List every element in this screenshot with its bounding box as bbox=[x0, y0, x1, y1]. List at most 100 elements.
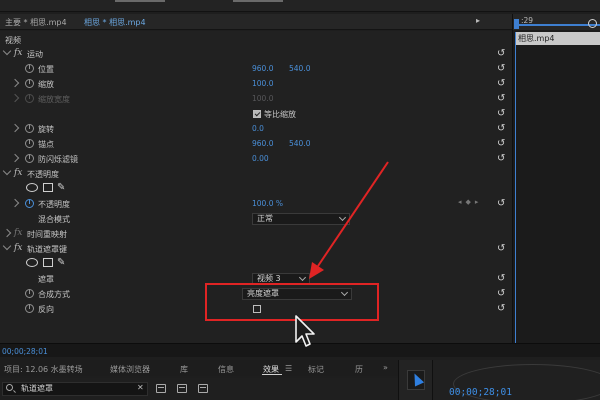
keyframe-nav-icon[interactable]: ◂◆▸ bbox=[458, 198, 482, 206]
rotation-value[interactable]: 0.0 bbox=[252, 124, 264, 133]
effects-search-input[interactable]: 轨道遮罩 bbox=[2, 382, 148, 396]
expand-chevron-icon[interactable] bbox=[2, 46, 12, 56]
anchor-x-value[interactable]: 960.0 bbox=[252, 139, 273, 148]
stopwatch-icon bbox=[25, 94, 34, 103]
stopwatch-icon[interactable] bbox=[25, 124, 34, 133]
accelerated-effects-icon[interactable] bbox=[156, 384, 166, 393]
position-y-value[interactable]: 540.0 bbox=[289, 64, 310, 73]
effect-controls-timecode[interactable]: 00;00;28;01 bbox=[2, 347, 48, 356]
playhead-line bbox=[515, 32, 516, 343]
reset-icon[interactable]: ↺ bbox=[497, 153, 505, 164]
pen-mask-icon[interactable]: ✎ bbox=[57, 257, 65, 268]
play-triangle-icon[interactable]: ▸ bbox=[476, 16, 480, 25]
reset-icon[interactable]: ↺ bbox=[497, 138, 505, 149]
stopwatch-icon[interactable] bbox=[25, 64, 34, 73]
search-icon bbox=[6, 384, 13, 391]
stopwatch-icon[interactable] bbox=[25, 199, 34, 208]
reset-icon[interactable]: ↺ bbox=[497, 108, 505, 119]
reset-icon[interactable]: ↺ bbox=[497, 303, 505, 314]
uniform-scale-checkbox[interactable] bbox=[253, 110, 261, 118]
timeline-clip[interactable]: 相思.mp4 bbox=[515, 32, 600, 45]
tab-project[interactable]: 项目: 12.06 水墨转场 bbox=[4, 364, 83, 375]
reset-icon[interactable]: ↺ bbox=[497, 63, 505, 74]
ellipse-mask-icon[interactable] bbox=[26, 258, 38, 267]
opacity-effect-row[interactable]: fx 不透明度 bbox=[0, 166, 512, 181]
fx-icon[interactable]: fx bbox=[14, 243, 22, 253]
opacity-value[interactable]: 100.0 % bbox=[252, 199, 283, 208]
motion-effect-row[interactable]: fx 运动 ↺ bbox=[0, 46, 512, 61]
ellipse-mask-icon[interactable] bbox=[26, 183, 38, 192]
stopwatch-icon[interactable] bbox=[25, 154, 34, 163]
fx-icon[interactable]: fx bbox=[14, 168, 22, 178]
matte-dropdown[interactable]: 视频 3 bbox=[252, 273, 310, 285]
anti-flicker-label: 防闪烁滤镜 bbox=[38, 155, 78, 164]
anti-flicker-value[interactable]: 0.00 bbox=[252, 154, 269, 163]
uniform-scale-label: 等比缩放 bbox=[264, 110, 296, 119]
reset-icon[interactable]: ↺ bbox=[497, 78, 505, 89]
composite-dropdown[interactable]: 亮度遮罩 bbox=[242, 288, 352, 300]
reset-icon[interactable]: ↺ bbox=[497, 93, 505, 104]
position-x-value[interactable]: 960.0 bbox=[252, 64, 273, 73]
expand-chevron-icon[interactable] bbox=[10, 78, 20, 88]
expand-chevron-icon[interactable] bbox=[2, 228, 12, 238]
stopwatch-icon[interactable] bbox=[25, 304, 34, 313]
more-tabs-icon[interactable]: » bbox=[383, 363, 388, 372]
motion-effect-label: 运动 bbox=[27, 50, 43, 59]
rectangle-mask-icon[interactable] bbox=[43, 183, 53, 192]
tab-info[interactable]: 信息 bbox=[218, 364, 234, 375]
rotation-row: 旋转 0.0 ↺ bbox=[0, 122, 512, 136]
stopwatch-icon[interactable] bbox=[25, 289, 34, 298]
reverse-row: 反向 ↺ bbox=[0, 302, 512, 316]
video-section-header: 视频 bbox=[0, 33, 512, 47]
rectangle-mask-icon[interactable] bbox=[43, 258, 53, 267]
expand-chevron-icon[interactable] bbox=[10, 153, 20, 163]
anchor-label: 锚点 bbox=[38, 140, 54, 149]
reset-icon[interactable]: ↺ bbox=[497, 123, 505, 134]
composite-label: 合成方式 bbox=[38, 290, 70, 299]
tab-library[interactable]: 库 bbox=[180, 364, 188, 375]
selection-arrow-icon bbox=[409, 371, 425, 387]
blend-mode-dropdown[interactable]: 正常 bbox=[252, 213, 350, 225]
reset-icon[interactable]: ↺ bbox=[497, 288, 505, 299]
expand-chevron-icon[interactable] bbox=[2, 166, 12, 176]
tab-markers[interactable]: 标记 bbox=[308, 364, 324, 375]
yuv-effects-icon[interactable] bbox=[198, 384, 208, 393]
selection-tool[interactable] bbox=[407, 370, 425, 390]
clear-search-icon[interactable]: ✕ bbox=[137, 383, 144, 392]
stopwatch-icon[interactable] bbox=[25, 139, 34, 148]
anchor-y-value[interactable]: 540.0 bbox=[289, 139, 310, 148]
effect-controls-header: 主要 * 相思.mp4 相思 * 相思.mp4 ▸ bbox=[0, 14, 512, 30]
blend-mode-value: 正常 bbox=[257, 214, 273, 223]
timeline-ruler[interactable]: :29 bbox=[513, 14, 600, 30]
zoom-knob-icon[interactable] bbox=[588, 19, 597, 28]
tab-media-browser[interactable]: 媒体浏览器 bbox=[110, 364, 150, 375]
reset-icon[interactable]: ↺ bbox=[497, 243, 505, 254]
sequence-clip-label[interactable]: 相思 * 相思.mp4 bbox=[84, 17, 146, 28]
stopwatch-icon[interactable] bbox=[25, 79, 34, 88]
chevron-down-icon bbox=[340, 288, 349, 297]
reset-icon[interactable]: ↺ bbox=[497, 273, 505, 284]
tab-history[interactable]: 历 bbox=[355, 364, 363, 375]
time-remap-row[interactable]: fx 时间重映射 bbox=[0, 227, 512, 241]
composite-value: 亮度遮罩 bbox=[247, 289, 279, 298]
reset-icon[interactable]: ↺ bbox=[497, 48, 505, 59]
expand-chevron-icon[interactable] bbox=[2, 241, 12, 251]
reset-icon[interactable]: ↺ bbox=[497, 198, 505, 209]
bottom-panel-tabs: 项目: 12.06 水墨转场 媒体浏览器 库 信息 效果 ☰ 标记 历 » bbox=[0, 360, 398, 376]
32bit-effects-icon[interactable] bbox=[177, 384, 187, 393]
composite-row: 合成方式 亮度遮罩 ↺ bbox=[0, 287, 512, 301]
expand-chevron-icon[interactable] bbox=[10, 123, 20, 133]
pen-mask-icon[interactable]: ✎ bbox=[57, 182, 65, 193]
scale-label: 缩放 bbox=[38, 80, 54, 89]
expand-chevron-icon[interactable] bbox=[10, 198, 20, 208]
blend-mode-label: 混合模式 bbox=[38, 215, 70, 224]
panel-menu-icon[interactable]: ☰ bbox=[285, 364, 292, 373]
expand-chevron-icon bbox=[10, 93, 20, 103]
sequence-timecode[interactable]: 00;00;28;01 bbox=[449, 387, 512, 398]
blend-mode-row: 混合模式 正常 bbox=[0, 212, 512, 226]
fx-icon[interactable]: fx bbox=[14, 48, 22, 58]
reverse-checkbox[interactable] bbox=[253, 305, 261, 313]
source-clip-label[interactable]: 主要 * 相思.mp4 bbox=[5, 17, 67, 28]
track-matte-effect-row[interactable]: fx 轨道遮罩键 ↺ bbox=[0, 241, 512, 256]
scale-value[interactable]: 100.0 bbox=[252, 79, 273, 88]
